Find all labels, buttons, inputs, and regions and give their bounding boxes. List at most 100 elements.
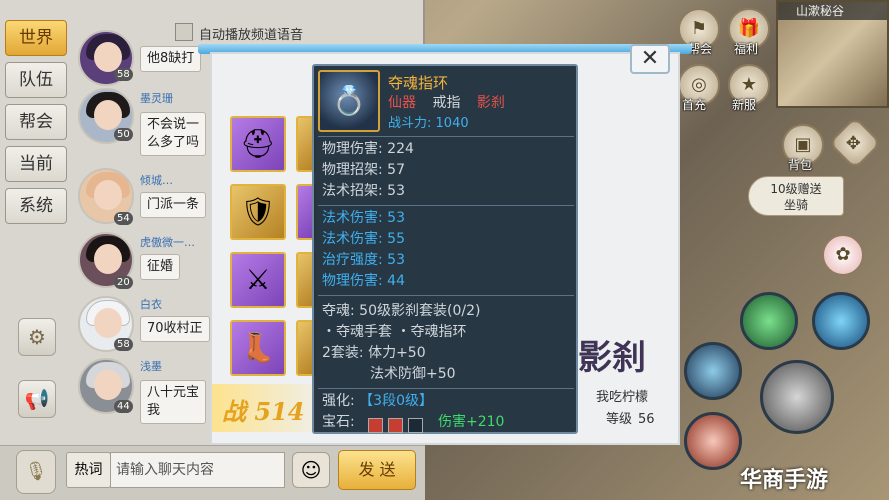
level-badge: 58 [114, 338, 133, 351]
tab-current[interactable]: 当前 [5, 146, 67, 182]
gift-icon: 🎁 [737, 18, 761, 39]
gem-bonus: 伤害+210 [438, 414, 505, 430]
chat-message: 不会说一 么多了吗 [140, 112, 207, 156]
combat-power-strip: 战 514 [212, 384, 322, 432]
chat-message: 门派一条 [140, 192, 207, 218]
promo-line-1: 10级赠送 [770, 182, 822, 196]
item-tooltip: 💍 夺魂指环 仙器 戒指 影刹 战斗力: 1040 物理伤害: 224 物理招架… [312, 64, 578, 434]
level-value: 56 [638, 412, 655, 427]
base-stat: 法术招架: 53 [322, 183, 405, 199]
boots-icon: 👢 [240, 331, 276, 364]
extra-stat: 法术伤害: 55 [322, 231, 405, 247]
chat-settings-button[interactable]: ⚙ [18, 318, 56, 356]
chat-sender-name[interactable]: 墨灵珊 [140, 90, 173, 106]
item-name: 夺魂指环 [388, 74, 449, 92]
close-icon: ✕ [640, 46, 660, 71]
bag-icon: ▣ [794, 134, 812, 155]
weapon-slot[interactable]: ⚔ [230, 252, 286, 308]
boots-slot[interactable]: 👢 [230, 320, 286, 376]
extra-stat: 治疗强度: 53 [322, 252, 405, 268]
skill-button-2[interactable] [812, 292, 870, 350]
base-stat: 物理伤害: 224 [322, 141, 414, 157]
hot-words-button[interactable]: 热词 [66, 452, 111, 488]
armor-icon: 🛡 [240, 195, 276, 228]
item-grade: 仙器 [388, 95, 416, 111]
armor-slot[interactable]: 🛡 [230, 184, 286, 240]
broadcast-button[interactable]: 📢 [18, 380, 56, 418]
gem-slot-3[interactable] [408, 418, 423, 433]
chat-message: 征婚 [140, 254, 181, 280]
item-school: 影刹 [476, 95, 505, 111]
skill-button-4[interactable] [684, 412, 742, 470]
extra-stat: 法术伤害: 53 [322, 210, 405, 226]
level-badge: 20 [114, 276, 133, 289]
level-badge: 44 [114, 400, 133, 413]
send-button[interactable]: 发 送 [338, 450, 416, 490]
level-badge: 50 [114, 128, 133, 141]
tab-guild[interactable]: 帮会 [5, 104, 67, 140]
direction-button[interactable]: ✥ [828, 116, 882, 170]
attack-button[interactable] [760, 360, 834, 434]
chat-sender-name[interactable]: 浅墨 [140, 358, 162, 374]
gear-icon: ⚙ [28, 325, 46, 349]
welfare-hud-label: 福利 [734, 42, 759, 56]
auto-voice-checkbox[interactable] [175, 23, 193, 41]
mount-promo[interactable]: 10级赠送 坐骑 [748, 176, 844, 216]
map-title: 山漱秘谷 [778, 2, 887, 20]
set-title: 夺魂: 50级影刹套装(0/2) [322, 303, 481, 319]
chat-input-bar: 🎙 热词 请输入聊天内容 ☺ 发 送 [0, 445, 425, 500]
item-type-row: 仙器 戒指 影刹 [388, 92, 517, 112]
player-name: 我吃柠檬 [596, 390, 649, 405]
helmet-icon: ⛑ [240, 127, 276, 160]
tab-system[interactable]: 系统 [5, 188, 67, 224]
base-stat: 物理招架: 57 [322, 162, 405, 178]
level-badge: 58 [114, 68, 133, 81]
level-badge: 54 [114, 212, 133, 225]
extra-stat: 物理伤害: 44 [322, 273, 405, 289]
ring-icon: 💍 [318, 70, 380, 132]
divider [318, 205, 574, 206]
enhance-row: 强化: 【3段0级】 [322, 393, 433, 409]
tab-team[interactable]: 队伍 [5, 62, 67, 98]
tab-world[interactable]: 世界 [5, 20, 67, 56]
minimap[interactable]: 山漱秘谷 [776, 0, 889, 108]
event-button[interactable]: ✿ [822, 234, 864, 276]
player-level: 等级 56 [606, 408, 655, 427]
gem-slot-2[interactable] [388, 418, 403, 433]
chat-sender-name[interactable]: 白衣 [140, 296, 162, 312]
set-bonus-1: 2套装: 体力+50 [322, 345, 426, 361]
auto-voice-label: 自动播放频道语音 [199, 28, 304, 43]
school-calligraphy: 影刹 [578, 338, 646, 378]
compass-icon: ✥ [846, 133, 862, 155]
coin-icon: ◎ [691, 74, 707, 95]
gem-slot-1[interactable] [368, 418, 383, 433]
close-button[interactable]: ✕ [630, 44, 670, 74]
combat-power: 战 514 [222, 397, 305, 426]
microphone-icon: 🎙 [24, 461, 48, 482]
item-power: 战斗力: 1040 [388, 116, 469, 131]
emoji-button[interactable]: ☺ [292, 452, 330, 488]
set-bonus-2: 法术防御+50 [370, 366, 456, 382]
pet-icon: ✿ [835, 244, 851, 265]
skill-button-3[interactable] [684, 342, 742, 400]
chat-sender-name[interactable]: 虎傲微一… [140, 234, 195, 250]
chat-input[interactable]: 请输入聊天内容 [110, 452, 285, 488]
star-icon: ★ [740, 74, 758, 95]
chat-message: 八十元宝 我 [140, 380, 207, 424]
watermark: 华商手游 [740, 468, 829, 493]
skill-button-1[interactable] [740, 292, 798, 350]
chat-message: 他8缺打 [140, 46, 202, 72]
chat-sender-name[interactable]: 倾城… [140, 172, 173, 188]
chat-message: 70收村正 [140, 316, 210, 342]
spear-icon: ⚔ [245, 263, 271, 296]
megaphone-icon: 📢 [24, 387, 50, 411]
new-server-hud-label: 新服 [732, 98, 757, 112]
first-charge-hud-label: 首充 [682, 98, 707, 112]
guild-icon: ⚑ [690, 18, 708, 39]
helmet-slot[interactable]: ⛑ [230, 116, 286, 172]
divider [318, 388, 574, 389]
set-items: ・夺魂手套 ・夺魂指环 [322, 324, 467, 340]
gem-label: 宝石: [322, 414, 355, 430]
bag-hud-label: 背包 [788, 158, 813, 172]
voice-input-button[interactable]: 🎙 [16, 450, 56, 494]
